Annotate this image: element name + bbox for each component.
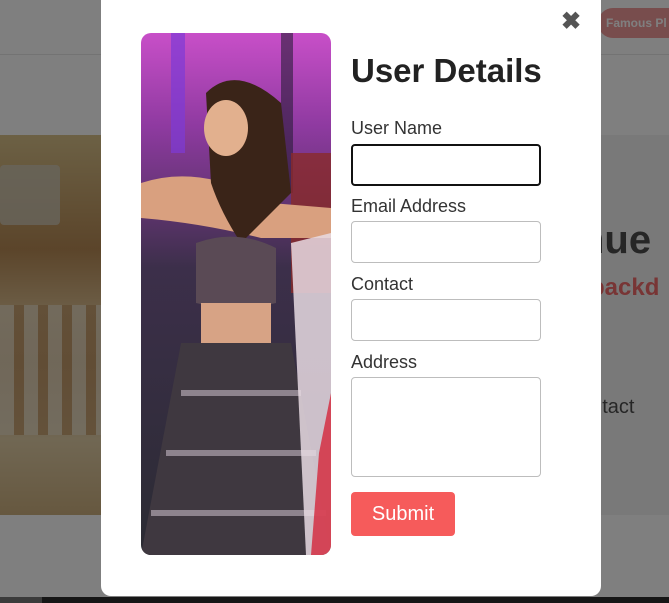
user-details-modal: ✖ User Details User Name Email Address C… bbox=[101, 0, 601, 596]
user-name-label: User Name bbox=[351, 118, 443, 138]
contact-label: Contact bbox=[351, 274, 414, 294]
dancer-illustration bbox=[141, 33, 331, 555]
modal-title: User Details bbox=[351, 52, 542, 89]
submit-button[interactable]: Submit bbox=[351, 492, 455, 536]
contact-input[interactable] bbox=[351, 299, 541, 341]
user-name-input[interactable] bbox=[351, 144, 541, 186]
address-textarea[interactable] bbox=[351, 377, 541, 477]
dancer-photo bbox=[141, 33, 331, 555]
email-address-input[interactable] bbox=[351, 221, 541, 263]
email-address-label: Email Address bbox=[351, 196, 467, 216]
address-label: Address bbox=[351, 352, 418, 372]
close-icon[interactable]: ✖ bbox=[561, 8, 581, 36]
